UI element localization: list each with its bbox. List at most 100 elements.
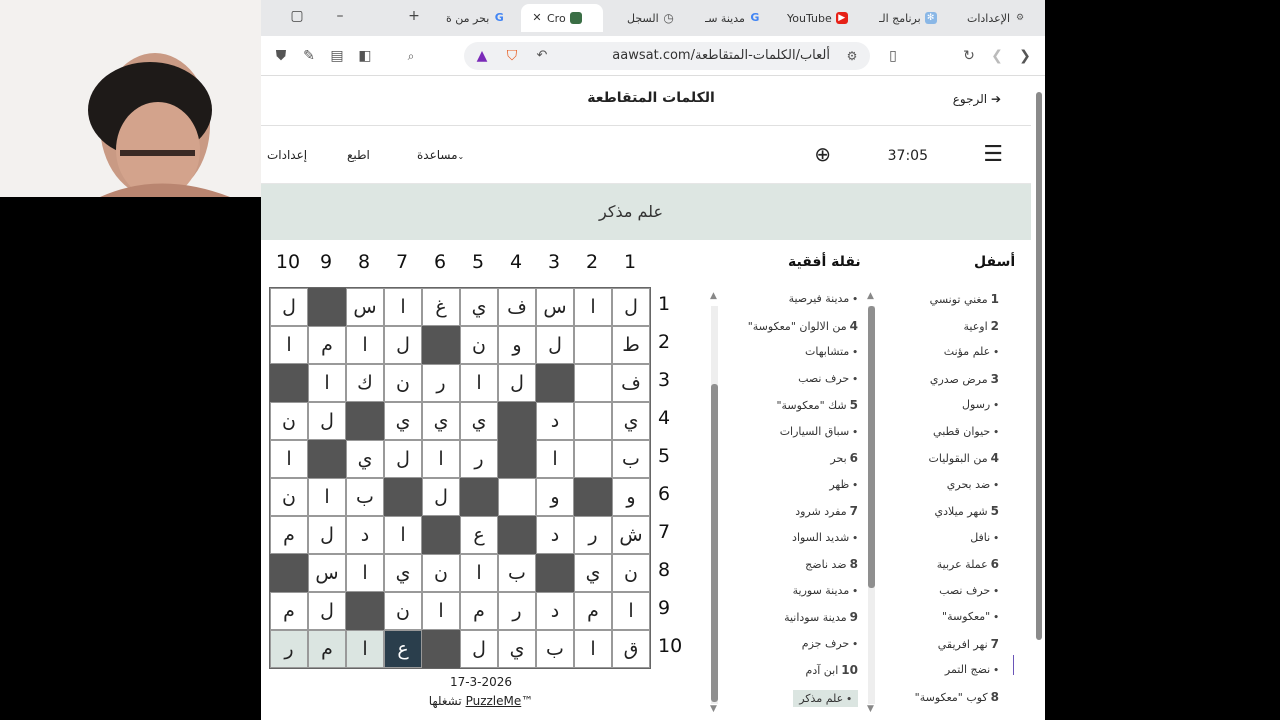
clue-item[interactable]: •"معكوسة" (942, 610, 999, 623)
grid-cell[interactable]: ا (270, 440, 308, 478)
grid-cell[interactable]: ا (574, 630, 612, 668)
clue-item[interactable]: •مدينة فيرصية (789, 292, 858, 305)
grid-cell[interactable]: م (270, 592, 308, 630)
grid-cell[interactable]: د (536, 402, 574, 440)
forward-arrow-icon[interactable]: ❮ (987, 46, 1007, 66)
grid-cell[interactable]: ا (574, 288, 612, 326)
grid-cell[interactable]: غ (422, 288, 460, 326)
grid-cell[interactable]: ق (612, 630, 650, 668)
grid-cell[interactable]: ب (612, 440, 650, 478)
extensions-icon[interactable]: ✎ (299, 46, 319, 66)
add-user-icon[interactable]: ⊕ (814, 142, 831, 166)
minimize-button[interactable]: – (330, 8, 350, 24)
tab-google-city[interactable]: مدينة سـ G (705, 4, 765, 32)
close-icon[interactable]: ✕ (531, 12, 543, 24)
brave-shield-icon[interactable]: ⛉ (502, 46, 522, 66)
puzzleme-credit[interactable]: تشغلها PuzzleMe™ (391, 694, 571, 708)
grid-cell[interactable]: ا (460, 554, 498, 592)
grid-cell[interactable]: ل (612, 288, 650, 326)
clue-item[interactable]: 7نهر افريقي (938, 637, 999, 651)
clue-item[interactable]: 8ضد ناضج (805, 557, 858, 571)
grid-cell[interactable]: ل (308, 516, 346, 554)
sidebar-icon[interactable]: ◧ (355, 46, 375, 66)
clue-item[interactable]: 5شك "معكوسة" (776, 398, 858, 412)
help-menu[interactable]: مساعدة⌄ (417, 148, 464, 162)
clue-item[interactable]: •نضج التمر (945, 663, 999, 676)
grid-cell[interactable]: ل (422, 478, 460, 516)
grid-cell[interactable]: ل (460, 630, 498, 668)
grid-cell[interactable]: ط (612, 326, 650, 364)
grid-cell[interactable]: ل (498, 364, 536, 402)
crossword-grid[interactable]: لساغيفسالامالنولطاكنرالفنليييديايلارابنا… (269, 287, 651, 669)
site-settings-icon[interactable]: ⚙ (842, 46, 862, 66)
grid-cell[interactable]: م (308, 326, 346, 364)
clue-item[interactable]: •علم مذكر (793, 689, 858, 707)
across-scrollbar[interactable] (711, 306, 718, 704)
print-button[interactable]: اطبع (347, 148, 370, 162)
grid-cell[interactable] (574, 326, 612, 364)
grid-cell[interactable]: ا (460, 364, 498, 402)
grid-cell[interactable]: ي (422, 402, 460, 440)
grid-cell[interactable]: ب (346, 478, 384, 516)
clue-item[interactable]: 5شهر ميلادي (935, 504, 1000, 518)
clue-item[interactable]: •حرف جزم (802, 637, 858, 650)
grid-cell[interactable]: ي (612, 402, 650, 440)
rewards-icon[interactable]: ▲ (472, 46, 492, 66)
grid-cell[interactable]: ر (574, 516, 612, 554)
clue-item[interactable]: •شديد السواد (792, 531, 858, 544)
clue-item[interactable]: •متشابهات (805, 345, 858, 358)
grid-cell[interactable]: ع (384, 630, 422, 668)
grid-cell[interactable]: ا (422, 592, 460, 630)
grid-cell[interactable]: ش (612, 516, 650, 554)
scroll-up-arrow-icon[interactable]: ▲ (867, 291, 874, 301)
grid-cell[interactable]: و (612, 478, 650, 516)
grid-cell[interactable]: ن (422, 554, 460, 592)
grid-cell[interactable]: ا (308, 364, 346, 402)
grid-cell[interactable]: م (308, 630, 346, 668)
grid-cell[interactable]: ع (460, 516, 498, 554)
grid-cell[interactable]: ي (346, 440, 384, 478)
grid-cell[interactable] (574, 402, 612, 440)
grid-cell[interactable]: و (498, 326, 536, 364)
grid-cell[interactable]: ن (270, 478, 308, 516)
grid-cell[interactable]: م (270, 516, 308, 554)
back-arrow-icon[interactable]: ❯ (1015, 46, 1035, 66)
scroll-up-arrow-icon[interactable]: ▲ (710, 291, 717, 301)
grid-cell[interactable]: ن (612, 554, 650, 592)
clue-item[interactable]: 6عملة عربية (937, 557, 999, 571)
grid-cell[interactable]: ن (384, 592, 422, 630)
search-box-icon[interactable]: ⌕ (401, 46, 421, 66)
grid-cell[interactable]: ل (270, 288, 308, 326)
grid-cell[interactable]: ب (498, 554, 536, 592)
clue-item[interactable]: 4من البقوليات (929, 451, 999, 465)
grid-cell[interactable]: ي (498, 630, 536, 668)
tab-settings[interactable]: الإعدادات ⚙ (967, 4, 1030, 32)
share-icon[interactable]: ↶ (532, 46, 552, 66)
new-tab-button[interactable]: + (404, 8, 424, 24)
back-link[interactable]: الرجوع ➔ (953, 92, 1001, 106)
grid-cell[interactable] (574, 364, 612, 402)
tab-crossword-active[interactable]: ✕ Cro (521, 4, 603, 32)
clue-item[interactable]: •حرف نصب (939, 584, 999, 597)
clue-item[interactable]: •مدينة سورية (793, 584, 858, 597)
clue-item[interactable]: •سباق السيارات (780, 425, 858, 438)
grid-cell[interactable]: ي (460, 402, 498, 440)
grid-cell[interactable]: ي (460, 288, 498, 326)
grid-cell[interactable]: ا (536, 440, 574, 478)
grid-cell[interactable]: ل (536, 326, 574, 364)
grid-cell[interactable]: ا (384, 516, 422, 554)
clue-item[interactable]: •علم مؤنث (944, 345, 999, 358)
address-bar[interactable]: ⚙ aawsat.com/ألعاب/الكلمات-المتقاطعة ↶ ⛉… (464, 42, 870, 70)
grid-cell[interactable]: ا (308, 478, 346, 516)
clue-item[interactable]: •ظهر (829, 478, 858, 491)
clue-item[interactable]: 10ابن آدم (806, 663, 858, 677)
grid-cell[interactable]: ي (384, 554, 422, 592)
grid-cell[interactable]: ي (574, 554, 612, 592)
reader-icon[interactable]: ▤ (327, 46, 347, 66)
grid-cell[interactable]: ل (384, 440, 422, 478)
grid-cell[interactable]: ف (498, 288, 536, 326)
grid-cell[interactable]: ا (346, 326, 384, 364)
reload-icon[interactable]: ↻ (959, 46, 979, 66)
grid-cell[interactable]: ا (422, 440, 460, 478)
down-scroll-thumb[interactable] (868, 306, 875, 588)
